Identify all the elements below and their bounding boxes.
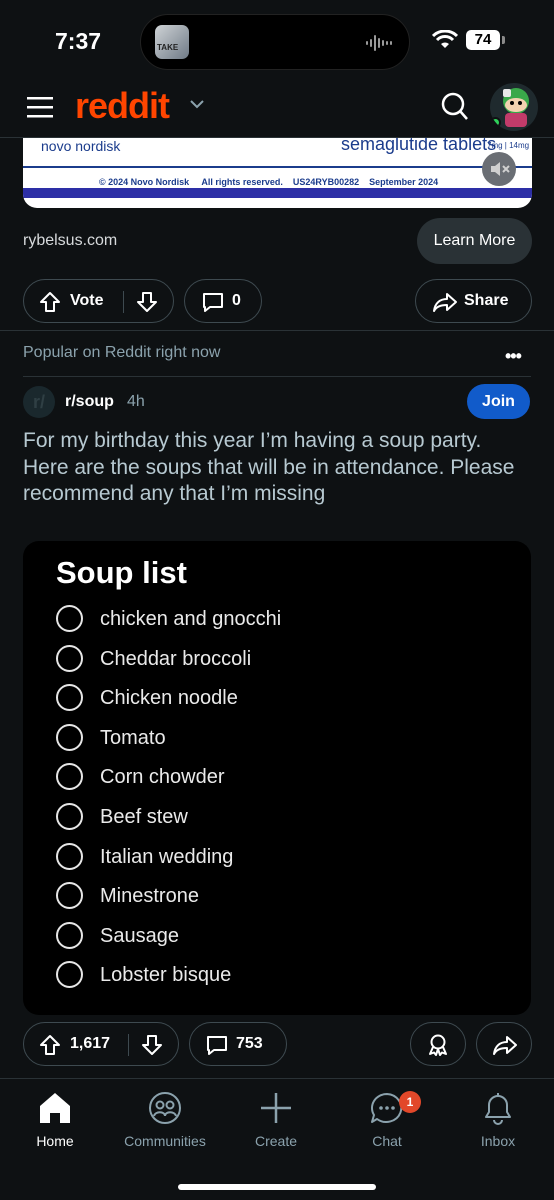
vote-count: 1,617 [70,1035,111,1052]
ad-copyright: © 2024 Novo Nordisk [99,177,190,187]
chat-notification-badge: 1 [399,1091,421,1113]
reddit-logo[interactable]: reddit [75,85,170,127]
ad-rights: All rights reserved. [201,177,283,187]
checkbox-circle-icon [56,843,83,870]
nav-inbox-label: Inbox [480,1133,516,1149]
nav-home-label: Home [36,1133,74,1149]
upvote-icon[interactable] [39,1034,61,1056]
soup-item-text: Cheddar broccoli [100,648,252,670]
chevron-down-icon[interactable] [190,99,204,109]
search-icon[interactable] [441,92,469,122]
vote-divider [128,1034,129,1056]
communities-icon [149,1092,181,1124]
status-time: 7:37 [55,28,102,54]
ad-brand: novo nordisk [41,138,121,154]
live-activity-artwork: TAKE [155,25,189,59]
soup-list-heading: Soup list [56,555,187,590]
subreddit-name[interactable]: r/soup [65,393,114,411]
award-button[interactable] [410,1022,466,1066]
soup-item-text: Tomato [100,727,166,749]
checkbox-circle-icon [56,724,83,751]
dynamic-island[interactable]: TAKE [140,14,410,70]
learn-more-button[interactable]: Learn More [417,218,532,264]
user-avatar[interactable] [490,83,538,131]
share-icon [493,1036,517,1055]
divider [23,376,531,377]
post-image[interactable]: Soup list chicken and gnocchi Cheddar br… [23,541,531,1015]
audio-waveform-icon [366,35,392,51]
nav-inbox[interactable]: Inbox [443,1079,553,1159]
downvote-icon[interactable] [141,1034,163,1056]
nav-create[interactable]: Create [221,1079,331,1159]
comment-icon [203,293,223,312]
ad-vote-pill: Vote [23,279,174,323]
nav-create-label: Create [254,1133,298,1149]
vote-label: Vote [70,292,104,309]
more-options-icon[interactable]: ••• [505,346,522,367]
ad-comments-button[interactable]: 0 [184,279,262,323]
online-status-dot [490,117,501,128]
join-button[interactable]: Join [467,384,530,419]
soup-item-text: Minestrone [100,885,199,907]
nav-chat[interactable]: 1 Chat [332,1079,442,1159]
award-icon [429,1034,447,1056]
post-vote-pill: 1,617 [23,1022,179,1066]
share-icon [433,293,457,312]
ad-dose: 7mg | 14mg [487,141,530,150]
soup-item-text: Corn chowder [100,766,225,788]
checkbox-circle-icon [56,605,83,632]
soup-item-text: Chicken noodle [100,687,238,709]
mute-button[interactable] [482,152,516,186]
ad-share-button[interactable]: Share [415,279,532,323]
wifi-icon [432,30,458,48]
speaker-muted-icon [491,162,510,176]
divider [0,330,554,331]
ad-domain[interactable]: rybelsus.com [23,232,117,250]
checkbox-circle-icon [56,803,83,830]
home-indicator[interactable] [178,1184,376,1190]
menu-icon[interactable] [27,96,53,118]
nav-chat-label: Chat [372,1133,402,1149]
battery-indicator: 74 [466,30,505,50]
checkbox-circle-icon [56,922,83,949]
ad-date: September 2024 [369,177,439,187]
comment-icon [207,1036,227,1055]
ad-code: US24RYB00282 [292,177,360,187]
post-share-button[interactable] [476,1022,532,1066]
nav-home[interactable]: Home [0,1079,110,1159]
soup-item-text: Italian wedding [100,846,234,868]
vote-divider [123,291,124,313]
nav-communities[interactable]: Communities [110,1079,220,1159]
home-icon [40,1093,70,1123]
checkbox-circle-icon [56,684,83,711]
soup-item-text: Lobster bisque [100,964,232,986]
nav-communities-label: Communities [124,1133,206,1149]
artwork-text: TAKE [157,43,179,52]
downvote-icon[interactable] [136,291,158,313]
ad-product: semaglutide tablets [341,138,497,154]
post-comments-button[interactable]: 753 [189,1022,287,1066]
comment-count: 753 [236,1035,263,1052]
soup-item-text: chicken and gnocchi [100,608,282,630]
share-label: Share [464,292,509,309]
ad-banner[interactable]: novo nordisk semaglutide tablets 7mg | 1… [23,138,532,208]
plus-icon [261,1093,291,1123]
ad-footer: © 2024 Novo Nordisk All rights reserved.… [23,166,532,198]
subreddit-icon[interactable]: r/ [23,386,55,418]
bell-icon [485,1093,511,1125]
app-header: reddit [0,82,554,138]
comment-count: 0 [232,292,241,309]
post-age: 4h [127,393,145,410]
checkbox-circle-icon [56,763,83,790]
checkbox-circle-icon [56,882,83,909]
checkbox-circle-icon [56,961,83,988]
checkbox-circle-icon [56,645,83,672]
section-label: Popular on Reddit right now [23,344,221,361]
bottom-navigation: Home Communities Create 1 Chat Inbox [0,1078,554,1200]
upvote-icon[interactable] [39,291,61,313]
soup-item-text: Sausage [100,925,179,947]
soup-item-text: Beef stew [100,806,188,828]
status-bar: 7:37 TAKE 74 [0,0,554,82]
post-title[interactable]: For my birthday this year I’m having a s… [23,428,523,508]
